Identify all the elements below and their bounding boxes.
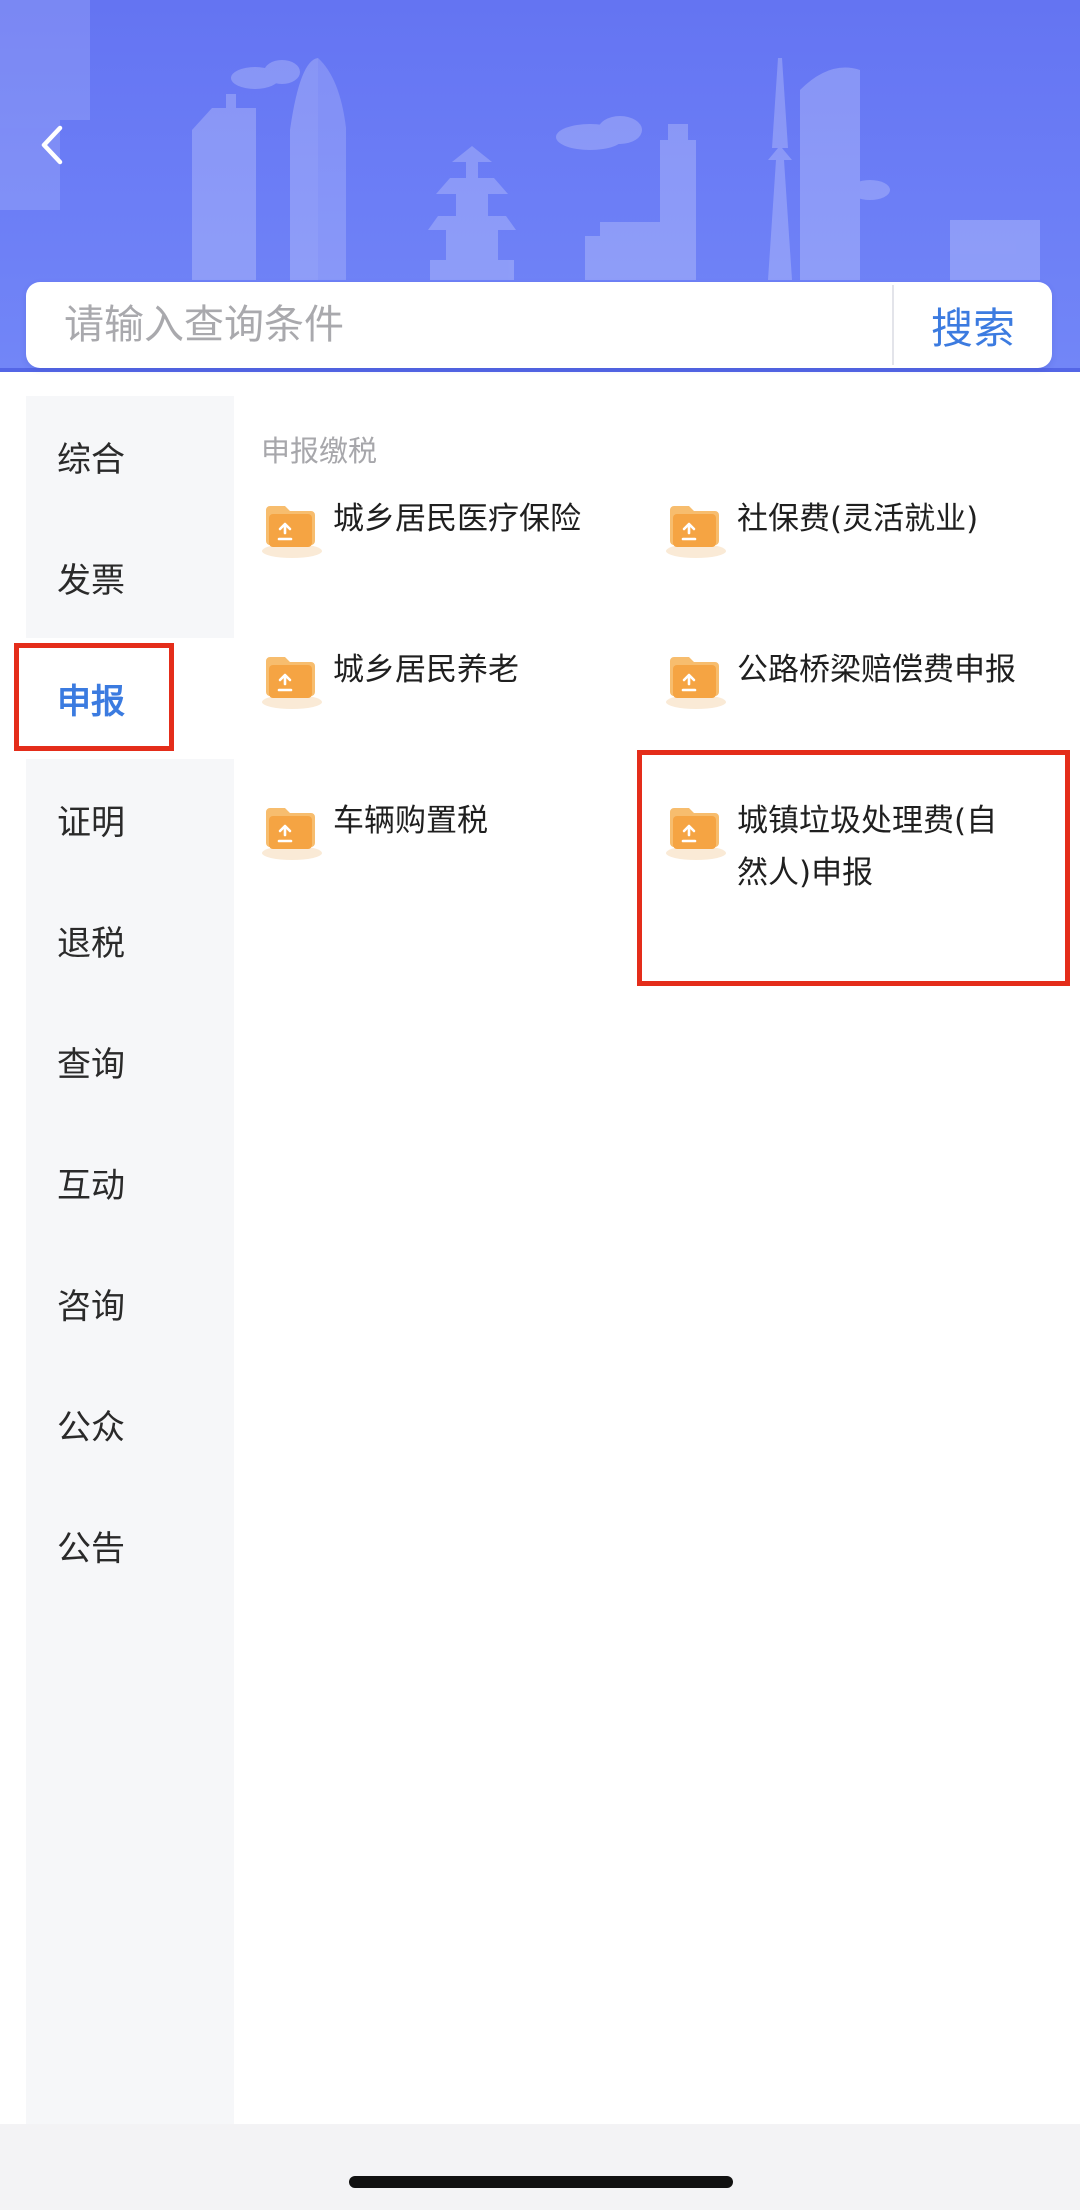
back-button[interactable] xyxy=(22,110,82,180)
sidebar-item-announcement[interactable]: 公告 xyxy=(26,1485,234,1606)
service-item-social-insurance-flexible[interactable]: 社保费(灵活就业) xyxy=(660,501,978,565)
service-item-road-bridge-compensation[interactable]: 公路桥梁赔偿费申报 xyxy=(660,652,1016,716)
service-item-vehicle-purchase-tax[interactable]: 车辆购置税 xyxy=(256,803,488,867)
chevron-left-icon xyxy=(41,125,63,165)
sidebar-item-query[interactable]: 查询 xyxy=(26,1001,234,1122)
sidebar-item-declaration[interactable]: 申报 xyxy=(26,638,234,759)
sidebar-item-consultation[interactable]: 咨询 xyxy=(26,1243,234,1364)
folder-upload-icon xyxy=(256,644,328,716)
service-item-urban-rural-medical-insurance[interactable]: 城乡居民医疗保险 xyxy=(256,501,581,565)
service-label: 城镇垃圾处理费(自然人)申报 xyxy=(737,803,998,891)
search-input[interactable] xyxy=(26,282,892,368)
service-label: 城乡居民养老 xyxy=(333,652,519,688)
sidebar-item-certificate[interactable]: 证明 xyxy=(26,759,234,880)
search-button[interactable]: 搜索 xyxy=(894,282,1052,368)
folder-upload-icon xyxy=(660,493,732,565)
folder-upload-icon xyxy=(660,644,732,716)
service-label: 公路桥梁赔偿费申报 xyxy=(737,652,1016,688)
service-item-urban-rural-pension[interactable]: 城乡居民养老 xyxy=(256,652,519,716)
search-bar: 搜索 xyxy=(26,282,1052,368)
bottom-bar xyxy=(0,2124,1080,2210)
service-label: 社保费(灵活就业) xyxy=(737,501,979,537)
category-sidebar: 综合 发票 申报 证明 退税 查询 互动 咨询 公众 公告 xyxy=(26,396,234,2124)
sidebar-item-interaction[interactable]: 互动 xyxy=(26,1122,234,1243)
sidebar-item-comprehensive[interactable]: 综合 xyxy=(26,396,234,517)
service-item-garbage-disposal-fee[interactable]: 城镇垃圾处理费(自然人)申报 xyxy=(660,803,1012,899)
section-title: 申报缴税 xyxy=(261,434,378,468)
home-indicator[interactable] xyxy=(349,2176,733,2188)
folder-upload-icon xyxy=(256,493,328,565)
sidebar-item-invoice[interactable]: 发票 xyxy=(26,517,234,638)
folder-upload-icon xyxy=(256,795,328,867)
service-label: 城乡居民医疗保险 xyxy=(333,501,581,537)
sidebar-item-public[interactable]: 公众 xyxy=(26,1364,234,1485)
sidebar-item-tax-refund[interactable]: 退税 xyxy=(26,880,234,1001)
service-label: 车辆购置税 xyxy=(333,803,488,839)
folder-upload-icon xyxy=(660,795,732,867)
